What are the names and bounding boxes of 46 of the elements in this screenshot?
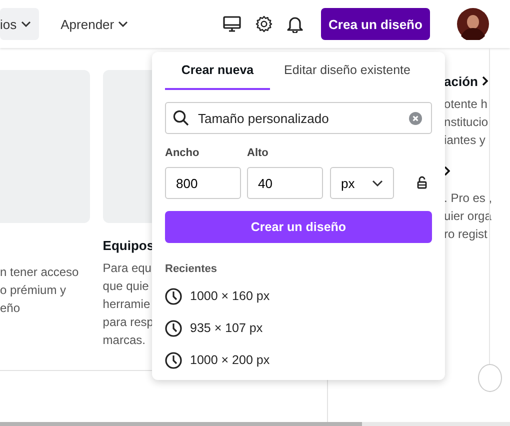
clear-icon[interactable] bbox=[409, 112, 422, 124]
chevron-down-icon bbox=[372, 180, 383, 186]
scrollbar-thumb[interactable] bbox=[0, 422, 362, 426]
unit-dropdown[interactable]: px bbox=[330, 167, 394, 199]
nav-menu-button[interactable]: ios bbox=[0, 8, 39, 40]
tab[interactable]: Crear nueva bbox=[165, 52, 270, 90]
chevron-down-icon bbox=[118, 21, 128, 27]
create-design-button[interactable]: Crea un diseño bbox=[321, 8, 430, 40]
nav-menu-button[interactable]: Aprender bbox=[52, 8, 136, 40]
notification-bell-icon[interactable] bbox=[287, 15, 303, 33]
settings-icon[interactable] bbox=[255, 15, 273, 33]
section-link[interactable]: ación bbox=[444, 74, 478, 88]
avatar[interactable] bbox=[457, 8, 489, 40]
chevron-right-icon[interactable] bbox=[444, 166, 450, 176]
section-description-line: . Pro es , bbox=[444, 190, 490, 207]
section-description-line: ro regist bbox=[444, 226, 488, 243]
section-heading: Recientes bbox=[165, 263, 218, 275]
card-title: Equipos bbox=[102, 238, 152, 253]
card-description-line: Para equ bbox=[102, 260, 152, 277]
card-description-line: marcas. bbox=[102, 332, 146, 349]
recent-size-item[interactable]: 1000 × 200 px bbox=[190, 353, 270, 367]
clock-icon bbox=[165, 320, 182, 336]
card-description-line: n tener acceso bbox=[0, 264, 80, 281]
card-description-line: eño bbox=[0, 300, 22, 317]
clock-icon bbox=[165, 352, 182, 368]
width-field[interactable]: 800 bbox=[165, 167, 241, 199]
card-description-line: que quie bbox=[102, 278, 150, 295]
tab[interactable]: Editar diseño existente bbox=[270, 52, 424, 90]
section-description-line: otente h bbox=[444, 96, 488, 113]
chevron-down-icon bbox=[20, 21, 31, 27]
recent-size-item[interactable]: 1000 × 160 px bbox=[190, 289, 270, 303]
section-description-line: nstitucio bbox=[444, 114, 490, 131]
recent-size-item[interactable]: 935 × 107 px bbox=[190, 321, 263, 335]
clock-icon bbox=[165, 288, 182, 304]
card-description-line: herramie bbox=[102, 296, 152, 313]
field-label: Alto bbox=[247, 147, 270, 159]
section-description-line: iantes y bbox=[444, 132, 486, 149]
unlocked-padlock-icon[interactable] bbox=[417, 176, 427, 189]
field-label: Ancho bbox=[165, 147, 200, 159]
search-icon bbox=[173, 110, 189, 126]
height-field[interactable]: 40 bbox=[247, 167, 323, 199]
create-design-button[interactable]: Crear un diseño bbox=[165, 211, 432, 243]
search-field[interactable]: Tamaño personalizado bbox=[165, 102, 432, 134]
monitor-icon[interactable] bbox=[223, 16, 241, 32]
chevron-right-icon[interactable] bbox=[482, 76, 488, 86]
card-description-line: o prémium y bbox=[0, 282, 68, 299]
